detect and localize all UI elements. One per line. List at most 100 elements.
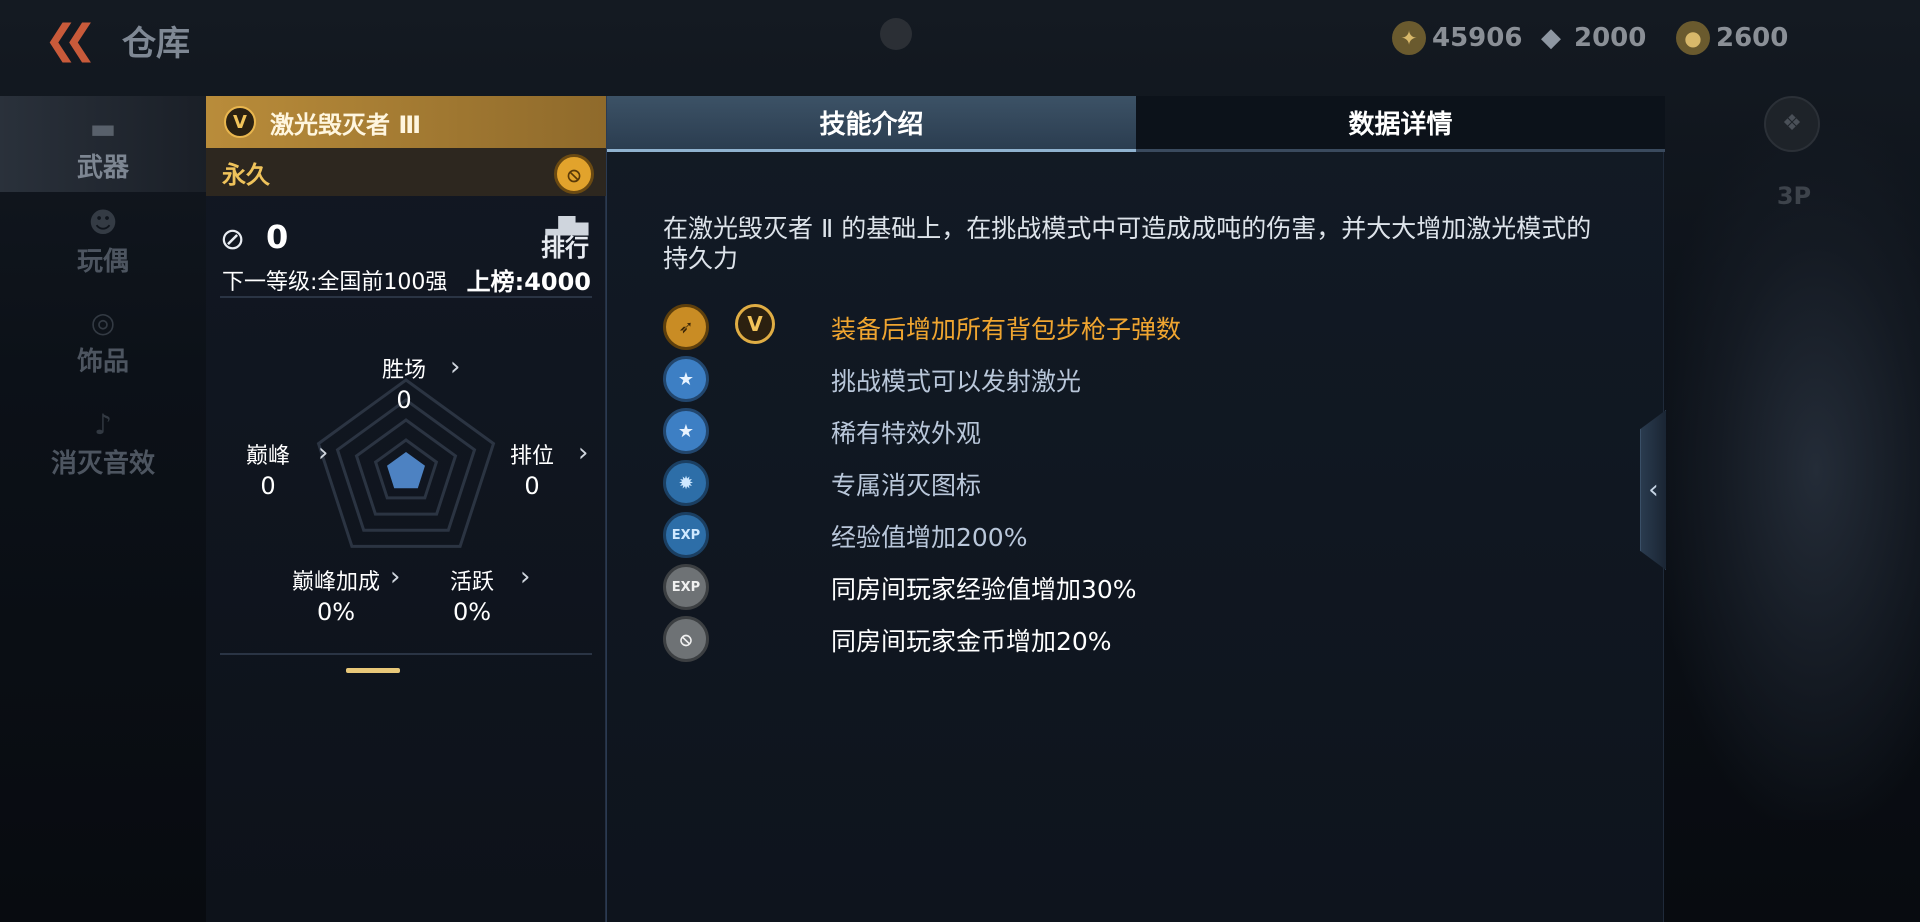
- skill-item: ✹ 专属消灭图标: [663, 458, 1563, 510]
- weapon-card: V 激光毁灭者 Ⅲ 永久 ⦸ ⊘ 0 ▂▆▄ 排行 下一等级:全国前100强 上…: [206, 96, 606, 922]
- weapon-duration-bar: 永久 ⦸: [206, 148, 606, 196]
- weapon-name: 激光毁灭者 Ⅲ: [270, 110, 422, 139]
- top-indicator-dot: [880, 18, 912, 50]
- kill-count-icon: ⊘: [220, 222, 246, 257]
- sidebar-item-label: 饰品: [76, 347, 129, 377]
- v-rank-badge-icon: V: [224, 106, 256, 138]
- skill-text: 专属消灭图标: [831, 471, 982, 500]
- stat-wins-label: 胜场: [382, 358, 427, 383]
- bar-chart-icon: ▂▆▄: [545, 211, 589, 236]
- chevron-right-icon: ›: [520, 562, 531, 592]
- top-bar: ❮❮ 仓库 ✦ 45906 ◆ 2000 ● 2600: [0, 0, 1920, 78]
- stat-ranked-value: 0: [524, 472, 540, 500]
- sidebar-item-dolls[interactable]: ☻ 玩偶: [0, 192, 206, 286]
- skill-item: ★ 稀有特效外观: [663, 406, 1563, 458]
- divider: [220, 653, 592, 655]
- stat-peak-value: 0: [260, 472, 276, 500]
- exp-icon: EXP: [663, 512, 709, 558]
- skill-panel: 技能介绍 数据详情 在激光毁灭者 Ⅱ 的基础上，在挑战模式中可造成成吨的伤害，并…: [606, 96, 1665, 922]
- skill-text: 挑战模式可以发射激光: [831, 367, 1082, 396]
- sidebar-item-sound-effects[interactable]: ♪ 消灭音效: [0, 390, 206, 488]
- page-indicator: [346, 668, 400, 673]
- ranking-button[interactable]: ▂▆▄ 排行: [540, 212, 590, 264]
- stat-wins[interactable]: 胜场 0: [382, 352, 426, 414]
- chevron-right-icon: ›: [578, 438, 589, 468]
- background-glow: [1660, 120, 1920, 820]
- stat-active-value: 0%: [452, 598, 492, 626]
- rifle-ammo-icon: ➶: [663, 304, 709, 350]
- chevron-right-icon: ›: [318, 438, 329, 468]
- resource-diamonds: ◆ 2000: [1534, 20, 1646, 56]
- sidebar-item-accessories[interactable]: ◎ 饰品: [0, 288, 206, 386]
- exp-room-icon: EXP: [663, 564, 709, 610]
- collapse-panel-button[interactable]: ‹: [1640, 410, 1666, 570]
- skill-item: EXP 经验值增加200%: [663, 510, 1563, 562]
- radar-value-shape: [387, 452, 425, 489]
- ranking-label: 排行: [541, 234, 589, 262]
- skill-text: 稀有特效外观: [831, 419, 982, 448]
- panel-tabs: 技能介绍 数据详情: [607, 96, 1665, 152]
- tab-data-details[interactable]: 数据详情: [1136, 96, 1665, 152]
- accessory-icon: ◎: [90, 306, 116, 339]
- skill-item: EXP 同房间玩家经验值增加30%: [663, 562, 1563, 614]
- stat-peak-bonus-label: 巅峰加成: [292, 570, 381, 595]
- sidebar-item-label: 玩偶: [76, 247, 129, 277]
- resource-coins: ✦ 45906: [1392, 20, 1522, 56]
- star-icon: ★: [663, 408, 709, 454]
- category-sidebar: ▬ 武器 ☻ 玩偶 ◎ 饰品 ♪ 消灭音效: [0, 96, 206, 496]
- diamond-icon: ◆: [1541, 23, 1561, 53]
- doll-icon: ☻: [88, 206, 118, 239]
- skill-description: 在激光毁灭者 Ⅱ 的基础上，在挑战模式中可造成成吨的伤害，并大大增加激光模式的持…: [663, 214, 1592, 273]
- back-button[interactable]: ❮❮: [44, 18, 100, 62]
- token-value: 2600: [1716, 23, 1789, 53]
- resource-tokens: ● 2600: [1676, 20, 1788, 56]
- star-icon: ★: [663, 356, 709, 402]
- token-icon: ●: [1676, 21, 1710, 55]
- third-person-toggle[interactable]: 3P: [1772, 182, 1816, 218]
- skill-text: 装备后增加所有背包步枪子弹数: [831, 315, 1182, 344]
- chevron-left-icon: ‹: [1648, 475, 1659, 505]
- kill-count: 0: [266, 218, 289, 256]
- stat-peak-bonus[interactable]: 巅峰加成 0%: [292, 564, 380, 626]
- skill-item: ★ 挑战模式可以发射激光: [663, 354, 1563, 406]
- radar-stats: 胜场 0 › 巅峰 0 › 排位 0 › 巅峰加成 0% › 活跃 0% ›: [206, 302, 606, 652]
- divider: [220, 296, 592, 298]
- duration-label: 永久: [222, 160, 270, 189]
- view-rotate-button[interactable]: ❖: [1764, 96, 1820, 152]
- stat-peak-bonus-value: 0%: [316, 598, 356, 626]
- stat-peak-label: 巅峰: [246, 444, 291, 469]
- next-level-text: 下一等级:全国前100强: [222, 270, 448, 295]
- weapon-card-header: V 激光毁灭者 Ⅲ: [206, 96, 606, 148]
- skill-item: ➶ V 装备后增加所有背包步枪子弹数: [663, 302, 1563, 354]
- skill-text: 经验值增加200%: [831, 523, 1028, 552]
- kill-stat-row: ⊘ 0 ▂▆▄ 排行: [220, 212, 594, 266]
- rifle-icon: ▬: [89, 112, 117, 145]
- weapon-coin-badge-icon[interactable]: ⦸: [554, 154, 594, 194]
- warehouse-screen: ❮❮ 仓库 ✦ 45906 ◆ 2000 ● 2600 ▬ 武器 ☻ 玩偶 ◎ …: [0, 0, 1920, 922]
- chevron-right-icon: ›: [390, 562, 401, 592]
- diamond-grid-icon: ❖: [1782, 111, 1802, 136]
- leaderboard-score: 上榜:4000: [466, 268, 591, 296]
- skill-text: 同房间玩家金币增加20%: [831, 627, 1112, 656]
- stat-active[interactable]: 活跃 0%: [450, 564, 494, 626]
- stat-active-label: 活跃: [450, 570, 495, 595]
- coin-icon: ✦: [1392, 21, 1426, 55]
- skill-text: 同房间玩家经验值增加30%: [831, 575, 1137, 604]
- tab-label: 数据详情: [1348, 110, 1453, 140]
- stat-peak[interactable]: 巅峰 0: [246, 438, 290, 500]
- diamond-value: 2000: [1574, 23, 1647, 53]
- v-rank-badge-icon: V: [735, 304, 775, 344]
- stat-ranked-label: 排位: [510, 444, 555, 469]
- chevron-right-icon: ›: [450, 352, 461, 382]
- skill-item: ⦸ 同房间玩家金币增加20%: [663, 614, 1563, 666]
- stat-ranked[interactable]: 排位 0: [510, 438, 554, 500]
- stat-wins-value: 0: [396, 386, 412, 414]
- page-title: 仓库: [122, 24, 190, 64]
- double-chevron-left-icon: ❮❮: [44, 17, 97, 63]
- sidebar-item-weapons[interactable]: ▬ 武器: [0, 96, 206, 192]
- tab-skill-intro[interactable]: 技能介绍: [607, 96, 1136, 152]
- tab-label: 技能介绍: [819, 110, 924, 140]
- sidebar-item-label: 消灭音效: [50, 449, 155, 479]
- elimination-icon: ✹: [663, 460, 709, 506]
- coin-value: 45906: [1432, 23, 1523, 53]
